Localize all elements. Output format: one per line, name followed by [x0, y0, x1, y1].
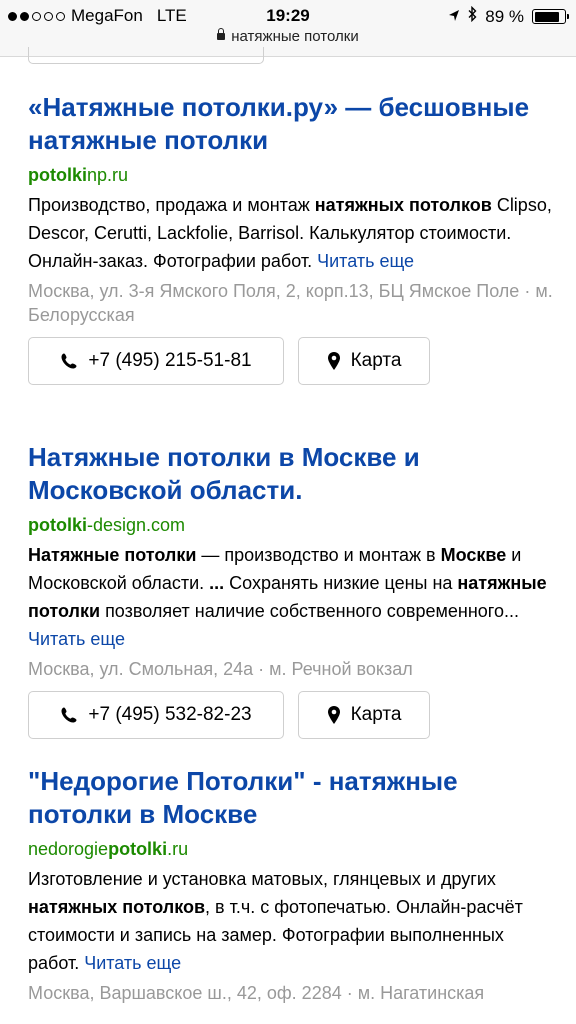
text-segment: -design.com — [87, 515, 186, 535]
result-snippet: Производство, продажа и монтаж натяжных … — [28, 191, 556, 275]
highlighted-text: Москве — [301, 442, 397, 472]
highlighted-text: Потолки — [186, 766, 294, 796]
call-button[interactable]: +7 (495) 532-82-23 — [28, 691, 284, 739]
highlighted-text: ... — [209, 573, 225, 593]
text-segment: позволяет наличие собственного современн… — [100, 601, 519, 621]
highlighted-text: potolki — [28, 515, 87, 535]
location-arrow-icon — [448, 7, 460, 27]
read-more-link[interactable]: Читать еще — [317, 251, 414, 271]
text-segment: Производство, продажа и монтаж — [28, 195, 315, 215]
highlighted-text: Москве — [440, 545, 507, 565]
result-url[interactable]: potolki-design.com — [28, 513, 556, 537]
highlighted-text: Москве — [162, 799, 258, 829]
result-url[interactable]: potolkinp.ru — [28, 163, 556, 187]
map-label: Карта — [350, 350, 402, 371]
highlighted-text: натяжные потолки — [28, 125, 269, 155]
result-address: Москва, ул. 3-я Ямского Поля, 2, корп.13… — [28, 281, 553, 325]
text-segment: .ру» — бесшовные — [285, 92, 530, 122]
highlighted-text: potolki — [28, 165, 87, 185]
search-result: "Недорогие Потолки" - натяжные потолки в… — [28, 765, 556, 1005]
highlighted-text: potolki — [108, 839, 168, 859]
map-button[interactable]: Карта — [298, 337, 430, 385]
text-segment: « — [28, 92, 43, 122]
battery-percent: 89 % — [485, 6, 524, 26]
text-segment: " - — [293, 766, 329, 796]
previous-result-button-edge[interactable] — [28, 47, 264, 64]
lock-icon — [217, 28, 226, 40]
map-pin-icon — [327, 706, 340, 724]
map-button[interactable]: Карта — [298, 691, 430, 739]
battery-icon — [532, 9, 569, 24]
result-address: Москва, ул. Смольная, 24а · м. Речной во… — [28, 659, 413, 679]
highlighted-text: натяжных потолков — [314, 195, 492, 215]
result-title-link[interactable]: Натяжные потолки в Москве и Московской о… — [28, 441, 556, 507]
map-pin-icon — [327, 352, 340, 370]
address-bar-text: натяжные потолки — [231, 28, 359, 45]
text-segment: .ru — [167, 839, 189, 859]
text-segment: np.ru — [87, 165, 129, 185]
call-button[interactable]: +7 (495) 215-51-81 — [28, 337, 284, 385]
text-segment: nedorogie — [28, 839, 109, 859]
highlighted-text: натяжных потолков — [28, 897, 206, 917]
read-more-link[interactable]: Читать еще — [84, 953, 181, 973]
read-more-link[interactable]: Читать еще — [28, 629, 125, 649]
result-snippet: Натяжные потолки — производство и монтаж… — [28, 541, 556, 653]
phone-icon — [61, 707, 77, 723]
text-segment: в — [271, 442, 302, 472]
text-segment: в — [132, 799, 163, 829]
search-result: «Натяжные потолки.ру» — бесшовные натяжн… — [28, 91, 556, 385]
phone-number: +7 (495) 532-82-23 — [88, 704, 252, 725]
result-address: Москва, Варшавское ш., 42, оф. 2284 · м.… — [28, 983, 485, 1003]
text-segment: Изготовление и установка матовых, глянце… — [28, 869, 496, 889]
highlighted-text: Натяжные потолки — [28, 442, 272, 472]
result-title-link[interactable]: «Натяжные потолки.ру» — бесшовные натяжн… — [28, 91, 556, 157]
highlighted-text: Натяжные потолки — [42, 92, 286, 122]
map-label: Карта — [350, 704, 402, 725]
search-result: Натяжные потолки в Москве и Московской о… — [28, 441, 556, 739]
text-segment: — производство и монтаж в — [196, 545, 441, 565]
highlighted-text: Натяжные потолки — [28, 545, 197, 565]
result-title-link[interactable]: "Недорогие Потолки" - натяжные потолки в… — [28, 765, 556, 831]
text-segment: "Недорогие — [28, 766, 187, 796]
bluetooth-icon — [468, 5, 477, 27]
result-url[interactable]: nedorogiepotolki.ru — [28, 837, 556, 861]
result-snippet: Изготовление и установка матовых, глянце… — [28, 865, 556, 977]
phone-number: +7 (495) 215-51-81 — [88, 350, 252, 371]
phone-icon — [61, 353, 77, 369]
text-segment: Сохранять низкие цены на — [224, 573, 458, 593]
